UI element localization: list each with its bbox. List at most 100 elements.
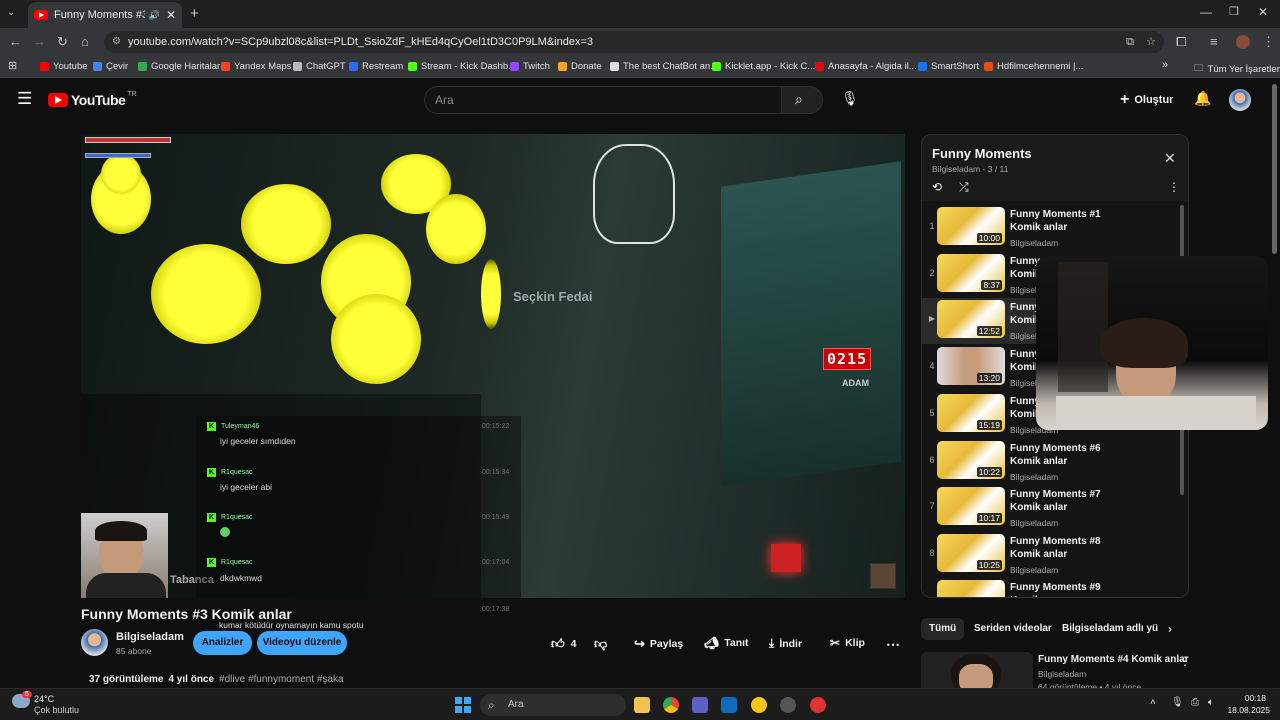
bookmark-donate[interactable]: Donate — [558, 61, 602, 72]
create-button[interactable]: + Oluştur — [1120, 91, 1173, 109]
user-avatar[interactable] — [1229, 89, 1251, 111]
bookmark-youtube[interactable]: Youtube — [40, 61, 88, 72]
restore-icon[interactable]: ❐ — [1229, 5, 1239, 18]
tray-mic-icon[interactable]: 🎙︎ — [1171, 697, 1184, 708]
playlist-item[interactable]: Funny Moments #9 Komik — [922, 578, 1180, 597]
bookmark-twitch[interactable]: Twitch — [510, 61, 550, 72]
media-control-icon[interactable]: ≡ — [1210, 34, 1218, 49]
menu-kebab-icon[interactable]: ⋮ — [1262, 34, 1275, 50]
edit-video-button[interactable]: Videoyu düzenle — [257, 631, 347, 655]
youtube-play-logo-icon — [48, 93, 68, 107]
site-info-icon[interactable]: ⚙ — [112, 31, 121, 53]
home-icon[interactable]: ⌂ — [81, 34, 89, 49]
video-meta[interactable]: 37 görüntüleme 4 yıl önce #dlive #funnym… — [89, 674, 344, 685]
recommended-title[interactable]: Funny Moments #4 Komik anlar — [1038, 654, 1189, 665]
bookmark-yandex-maps[interactable]: Yandex Maps — [221, 61, 291, 72]
chip-series[interactable]: Seriden videolar — [966, 618, 1060, 640]
apps-grid-icon[interactable]: ⊞ — [8, 59, 17, 72]
promote-button[interactable]: 📣︎ Tanıt — [704, 636, 749, 650]
playlist-item[interactable]: 1 10:00 Funny Moments #1 Komik anlar Bil… — [922, 205, 1180, 251]
app-icon-red[interactable] — [810, 697, 826, 713]
weather-temp[interactable]: 24°C — [34, 694, 54, 704]
app-icon-settings[interactable] — [780, 697, 796, 713]
chrome-icon[interactable] — [663, 697, 679, 713]
loop-icon[interactable]: ⟲ — [932, 180, 942, 194]
download-button[interactable]: ⤓ İndir — [769, 636, 802, 651]
window-close-icon[interactable]: ✕ — [1258, 5, 1268, 19]
extensions-icon[interactable]: ⧠ — [1176, 34, 1186, 50]
chip-channel-uploads[interactable]: Bilgiseladam adlı yükl — [1054, 618, 1158, 640]
browser-tab-bar: ⌄ Funny Moments #3 Komik a... 🔊 ✕ + — ❐ … — [0, 0, 1280, 28]
file-explorer-icon[interactable] — [634, 697, 650, 713]
teams-icon[interactable] — [692, 697, 708, 713]
bookmark-chatbot[interactable]: The best ChatBot an... — [610, 61, 718, 72]
playlist-close-icon[interactable]: ✕ — [1164, 150, 1176, 167]
bookmark-star-icon[interactable]: ☆ — [1146, 31, 1156, 53]
channel-name[interactable]: Bilgiseladam — [116, 631, 184, 643]
weather-desc[interactable]: Çok bulutlu — [34, 705, 79, 715]
bookmark-hdfilm[interactable]: Hdfilmcehennemi |... — [984, 61, 1083, 72]
bookmark-kicklet[interactable]: Kicklet.app - Kick C... — [712, 61, 815, 72]
taskbar-search[interactable]: ⌕ Ara — [480, 694, 626, 716]
bookmark-kick-dashboard[interactable]: Stream - Kick Dashb... — [408, 61, 516, 72]
video-player[interactable]: Seçkin Fedai 0215 ADAM Tabanca K Tuleyma… — [81, 134, 905, 598]
clock-date[interactable]: 18.08.2025 — [1218, 705, 1270, 715]
microphone-icon[interactable]: 🎙 — [841, 90, 859, 107]
playlist-title[interactable]: Funny Moments — [932, 146, 1032, 161]
minimize-icon[interactable]: — — [1200, 5, 1212, 19]
bookmark-algida[interactable]: Anasayfa - Algida il... — [815, 61, 917, 72]
tray-overflow-icon[interactable]: ˄ — [1150, 697, 1156, 708]
youtube-logo[interactable]: YouTube TR — [48, 91, 137, 108]
chat-time: 00:17:04 — [482, 559, 510, 566]
install-app-icon[interactable]: ⧉ — [1126, 31, 1134, 53]
back-icon[interactable]: ← — [9, 34, 22, 49]
outlook-icon[interactable] — [721, 697, 737, 713]
profile-avatar[interactable] — [1236, 35, 1250, 49]
notifications-bell-icon[interactable]: 🔔 — [1194, 90, 1211, 107]
more-actions-icon[interactable]: ⋯ — [886, 636, 900, 653]
bookmark-smartshort[interactable]: SmartShort — [918, 61, 979, 72]
playlist-menu-icon[interactable]: ⋮ — [1168, 180, 1180, 194]
channel-avatar[interactable] — [81, 629, 108, 656]
playlist-item[interactable]: 7 10:17 Funny Moments #7 Komik anlar Bil… — [922, 485, 1180, 531]
recommended-thumbnail[interactable] — [921, 652, 1033, 688]
analytics-button[interactable]: Analizler — [193, 631, 252, 655]
browser-tab-active[interactable]: Funny Moments #3 Komik a... 🔊 ✕ — [28, 2, 182, 28]
app-icon-yellow[interactable] — [751, 697, 767, 713]
clock-time[interactable]: 00:18 — [1228, 693, 1266, 703]
playlist-item[interactable]: 8 10:25 Funny Moments #8 Komik anlar Bil… — [922, 532, 1180, 578]
url-field[interactable]: ⚙ youtube.com/watch?v=SCp9ubzl08c&list=P… — [104, 31, 1164, 53]
windows-start-icon[interactable] — [455, 697, 471, 713]
tab-search-chevron-icon[interactable]: ⌄ — [7, 7, 15, 18]
forward-icon[interactable]: → — [33, 34, 46, 49]
search-input[interactable]: Ara — [424, 86, 782, 114]
playlist-item[interactable]: 6 10:22 Funny Moments #6 Komik anlar Bil… — [922, 439, 1180, 485]
all-bookmarks-folder[interactable]: 🗀 Tüm Yer İşaretleri — [1194, 61, 1280, 77]
speaker-icon[interactable]: 🔊 — [149, 10, 160, 21]
new-tab-plus-icon[interactable]: + — [190, 5, 199, 22]
floating-webcam-window[interactable] — [1036, 256, 1268, 430]
dislike-button[interactable]: 👎︎ — [594, 636, 607, 652]
page-scrollbar[interactable] — [1272, 84, 1277, 254]
bookmark-restream[interactable]: Restream — [349, 61, 403, 72]
recommended-channel[interactable]: Bilgiseladam — [1038, 669, 1086, 679]
hashtags[interactable]: #dlive #funnymoment #şaka — [219, 674, 344, 685]
share-button[interactable]: ↪ Paylaş — [634, 636, 683, 652]
search-button[interactable]: ⌕ — [781, 86, 823, 114]
reload-icon[interactable]: ↻ — [57, 34, 68, 50]
tray-network-icon[interactable]: ⎙ — [1191, 697, 1199, 708]
bookmark-google-maps[interactable]: Google Haritalar — [138, 61, 220, 72]
chips-next-icon[interactable]: › — [1168, 622, 1172, 636]
bookmark-cevir[interactable]: Çevir — [93, 61, 128, 72]
recommended-menu-icon[interactable]: ⋮ — [1179, 654, 1191, 668]
tab-close-icon[interactable]: ✕ — [166, 8, 176, 22]
clip-button[interactable]: ✂ Klip — [830, 636, 865, 650]
hamburger-menu-icon[interactable]: ☰ — [17, 89, 32, 109]
bookmarks-overflow-icon[interactable]: » — [1162, 59, 1168, 71]
yellow-glow-shape — [426, 194, 486, 264]
bookmark-chatgpt[interactable]: ChatGPT — [293, 61, 346, 72]
chip-all[interactable]: Tümü — [921, 618, 965, 640]
like-button[interactable]: 👍︎ 4 — [551, 636, 576, 652]
tray-volume-icon[interactable]: 🔈︎ — [1208, 697, 1214, 708]
shuffle-icon[interactable]: ⤮ — [959, 180, 969, 195]
